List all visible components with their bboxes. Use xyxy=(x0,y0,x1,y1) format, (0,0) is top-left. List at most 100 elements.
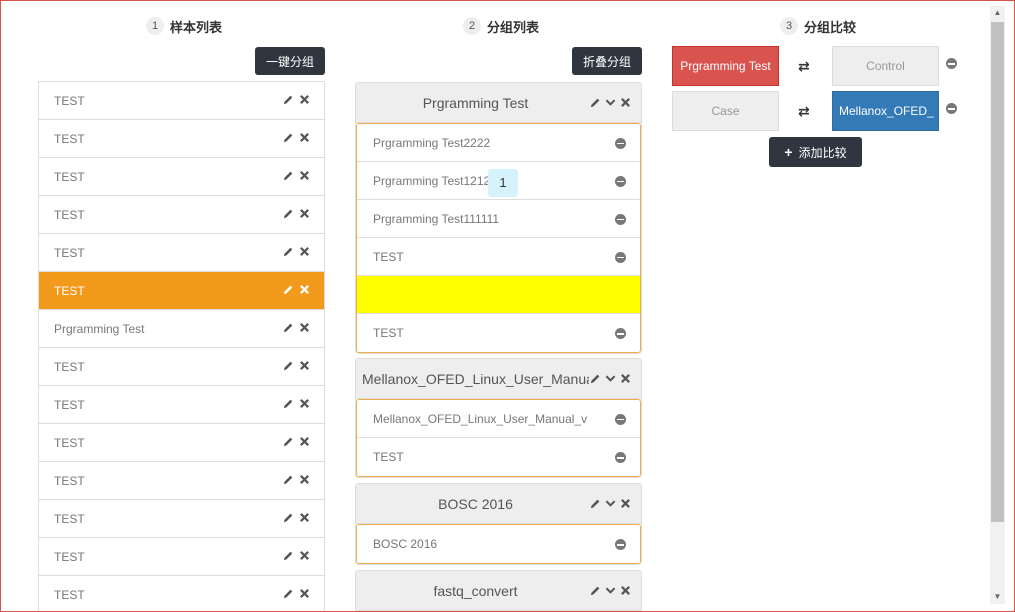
row-actions xyxy=(283,348,310,385)
edit-icon[interactable] xyxy=(283,284,294,298)
collapse-group-button[interactable]: 折叠分组 xyxy=(572,47,642,75)
compare-left-group[interactable]: Case xyxy=(672,91,779,131)
group-member-row[interactable]: TEST xyxy=(357,238,640,276)
remove-member-icon[interactable] xyxy=(615,137,626,149)
remove-compare-icon[interactable] xyxy=(946,103,957,114)
member-name: TEST xyxy=(373,326,404,340)
delete-icon[interactable] xyxy=(299,512,310,526)
vertical-scrollbar[interactable]: ▲ ▼ xyxy=(990,6,1005,604)
edit-icon[interactable] xyxy=(283,550,294,564)
step-group-list: 2 分组列表 xyxy=(463,17,539,35)
edit-icon[interactable] xyxy=(283,132,294,146)
compare-right-group[interactable]: Control xyxy=(832,46,939,86)
delete-icon[interactable] xyxy=(299,436,310,450)
delete-icon[interactable] xyxy=(299,550,310,564)
sample-row[interactable]: TEST xyxy=(39,234,324,272)
app-frame: 1 样本列表 2 分组列表 3 分组比较 一键分组 折叠分组 TEST TEST T… xyxy=(0,0,1015,612)
remove-member-icon[interactable] xyxy=(615,452,626,463)
edit-icon[interactable] xyxy=(283,246,294,260)
sample-row[interactable]: TEST xyxy=(39,158,324,196)
group-member-row[interactable]: Mellanox_OFED_Linux_User_Manual_v xyxy=(357,400,640,438)
sample-name: TEST xyxy=(54,283,85,298)
edit-icon[interactable] xyxy=(283,94,294,108)
group-member-row[interactable]: BOSC 2016 xyxy=(357,525,640,563)
remove-member-icon[interactable] xyxy=(615,251,626,263)
scroll-up-icon[interactable]: ▲ xyxy=(990,6,1005,20)
sample-row[interactable]: Prgramming Test xyxy=(39,310,324,348)
member-name: TEST xyxy=(373,249,404,264)
edit-icon[interactable] xyxy=(590,496,601,512)
remove-member-icon[interactable] xyxy=(615,213,626,225)
edit-icon[interactable] xyxy=(283,170,294,184)
delete-icon[interactable] xyxy=(299,94,310,108)
group-header[interactable]: fastq_convert xyxy=(356,571,641,611)
delete-icon[interactable] xyxy=(620,95,631,111)
auto-group-button[interactable]: 一键分组 xyxy=(255,47,325,75)
delete-icon[interactable] xyxy=(299,474,310,488)
add-compare-label: 添加比较 xyxy=(798,145,847,160)
edit-icon[interactable] xyxy=(283,436,294,450)
group-member-row[interactable]: Prgramming Test2222 xyxy=(357,124,640,162)
delete-icon[interactable] xyxy=(299,208,310,222)
edit-icon[interactable] xyxy=(590,95,601,111)
edit-icon[interactable] xyxy=(283,322,294,336)
compare-left-group[interactable]: Prgramming Test xyxy=(672,46,779,86)
delete-icon[interactable] xyxy=(299,322,310,336)
delete-icon[interactable] xyxy=(299,588,310,602)
compare-right-group[interactable]: Mellanox_OFED_ xyxy=(832,91,939,131)
edit-icon[interactable] xyxy=(283,398,294,412)
delete-icon[interactable] xyxy=(299,132,310,146)
edit-icon[interactable] xyxy=(283,512,294,526)
step-number: 3 xyxy=(780,17,798,35)
delete-icon[interactable] xyxy=(299,170,310,184)
remove-member-icon[interactable] xyxy=(615,413,626,425)
edit-icon[interactable] xyxy=(590,371,601,387)
scroll-down-icon[interactable]: ▼ xyxy=(990,590,1005,604)
group-members: BOSC 2016 xyxy=(356,524,641,564)
sample-row[interactable]: TEST xyxy=(39,386,324,424)
group-member-row[interactable]: Prgramming Test111111 xyxy=(357,200,640,238)
group-member-row[interactable]: TEST xyxy=(357,314,640,352)
group-header[interactable]: Mellanox_OFED_Linux_User_Manual xyxy=(356,359,641,399)
add-compare-button[interactable]: + 添加比较 xyxy=(769,137,862,167)
group-member-row[interactable]: TEST xyxy=(357,438,640,476)
delete-icon[interactable] xyxy=(299,246,310,260)
delete-icon[interactable] xyxy=(299,284,310,298)
sample-row[interactable]: TEST xyxy=(39,196,324,234)
sample-row[interactable]: TEST xyxy=(39,538,324,576)
group-header[interactable]: Prgramming Test xyxy=(356,83,641,123)
sample-row[interactable]: TEST xyxy=(39,348,324,386)
group-actions xyxy=(590,571,631,610)
group-header[interactable]: BOSC 2016 xyxy=(356,484,641,524)
delete-icon[interactable] xyxy=(299,360,310,374)
remove-compare-icon[interactable] xyxy=(946,58,957,69)
row-actions xyxy=(283,538,310,575)
remove-member-icon[interactable] xyxy=(615,175,626,187)
edit-icon[interactable] xyxy=(283,474,294,488)
sample-row[interactable]: TEST xyxy=(39,500,324,538)
sample-row[interactable]: TEST xyxy=(39,576,324,611)
sample-row[interactable]: TEST xyxy=(39,82,324,120)
delete-icon[interactable] xyxy=(299,398,310,412)
group-title: BOSC 2016 xyxy=(438,495,513,512)
scrollbar-thumb[interactable] xyxy=(991,22,1004,522)
sample-row[interactable]: TEST xyxy=(39,272,324,310)
delete-icon[interactable] xyxy=(620,496,631,512)
remove-member-icon[interactable] xyxy=(615,539,626,550)
chevron-down-icon[interactable] xyxy=(605,496,616,512)
chevron-down-icon[interactable] xyxy=(605,371,616,387)
edit-icon[interactable] xyxy=(283,360,294,374)
edit-icon[interactable] xyxy=(283,208,294,222)
delete-icon[interactable] xyxy=(620,583,631,599)
swap-icon[interactable]: ⇄ xyxy=(798,103,810,120)
sample-row[interactable]: TEST xyxy=(39,120,324,158)
edit-icon[interactable] xyxy=(590,583,601,599)
delete-icon[interactable] xyxy=(620,371,631,387)
remove-member-icon[interactable] xyxy=(615,328,626,339)
chevron-down-icon[interactable] xyxy=(605,95,616,111)
sample-row[interactable]: TEST xyxy=(39,424,324,462)
edit-icon[interactable] xyxy=(283,588,294,602)
chevron-down-icon[interactable] xyxy=(605,583,616,599)
swap-icon[interactable]: ⇄ xyxy=(798,58,810,75)
sample-row[interactable]: TEST xyxy=(39,462,324,500)
